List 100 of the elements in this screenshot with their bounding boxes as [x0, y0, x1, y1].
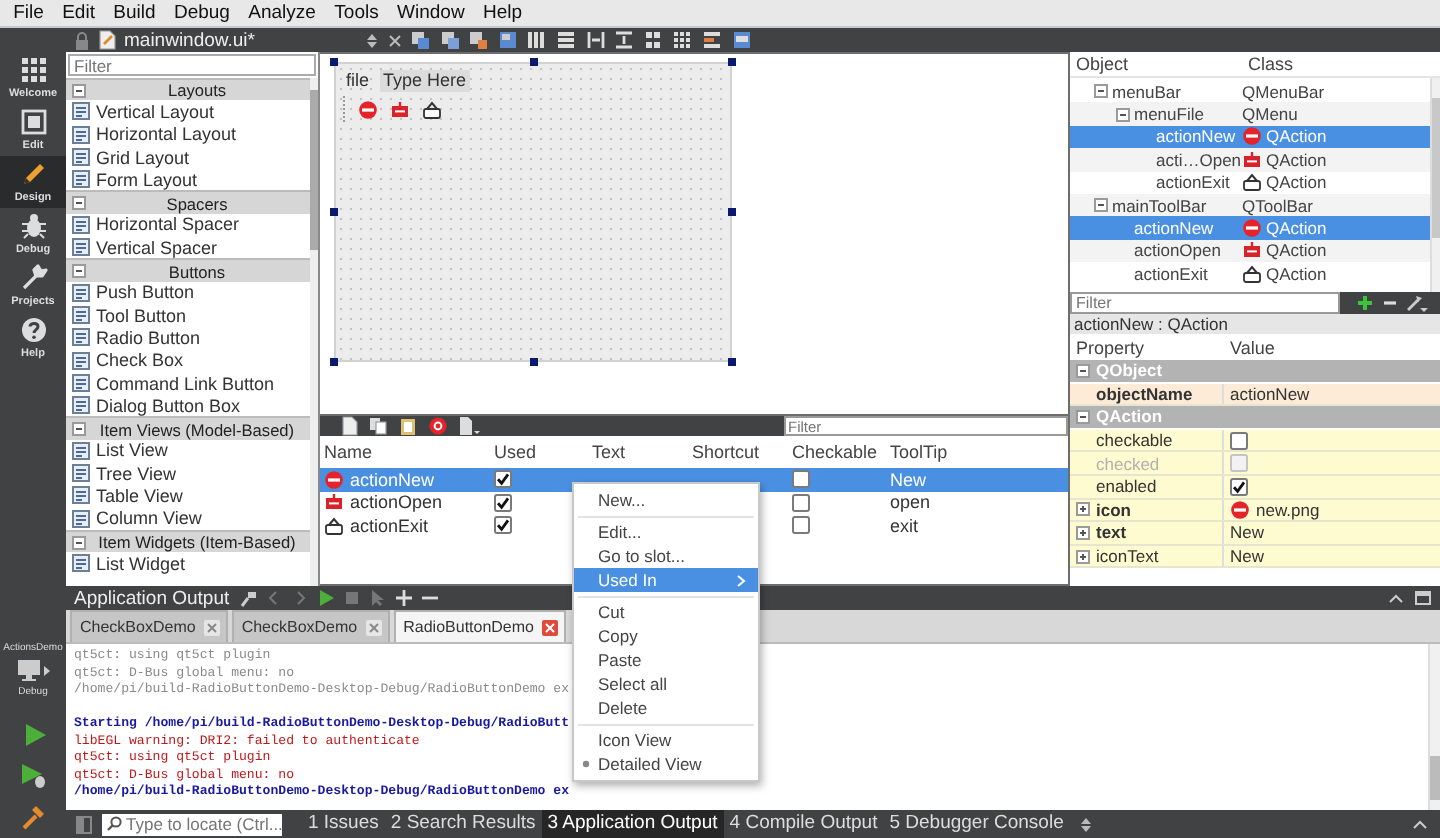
tree-row[interactable]: menuBar QMenuBar — [1070, 80, 1430, 103]
collapse-icon[interactable] — [1076, 363, 1090, 378]
menu-item[interactable]: Analyze — [239, 1, 326, 25]
checkbox[interactable] — [1230, 431, 1248, 450]
widget-item[interactable]: Check Box — [66, 349, 310, 372]
columns-icon[interactable] — [526, 30, 547, 50]
grid-icon[interactable] — [672, 30, 693, 50]
close-icon[interactable] — [388, 33, 402, 47]
close-icon[interactable] — [365, 619, 382, 635]
clipboard-icon[interactable] — [398, 416, 418, 436]
resize-handle[interactable] — [529, 358, 537, 366]
resize-handle[interactable] — [330, 358, 338, 366]
windows-icon[interactable] — [497, 30, 518, 50]
menu-item[interactable]: New... — [574, 488, 758, 512]
widget-item[interactable]: Table View — [66, 484, 310, 508]
widget-item[interactable]: Vertical Layout — [66, 100, 310, 124]
split-columns-icon[interactable] — [585, 30, 606, 50]
copy-icon[interactable] — [368, 416, 388, 436]
play-icon[interactable] — [21, 722, 45, 746]
menu-item[interactable]: Edit... — [574, 520, 758, 544]
expand-icon[interactable] — [1076, 502, 1090, 517]
widget-item[interactable]: Horizontal Layout — [66, 123, 310, 146]
tree-row[interactable]: acti…Open QAction — [1070, 148, 1430, 172]
tree-row[interactable]: mainToolBar QToolBar — [1070, 193, 1430, 217]
menu-item[interactable]: file — [342, 70, 374, 92]
windows-icon[interactable] — [410, 30, 430, 50]
checkbox[interactable] — [494, 516, 512, 535]
collapse-icon[interactable] — [72, 83, 86, 98]
collapse-icon[interactable] — [72, 535, 86, 550]
document-icon[interactable] — [340, 416, 358, 436]
checkbox[interactable] — [494, 470, 512, 489]
target-icon[interactable] — [428, 416, 448, 436]
menu-item[interactable]: File — [4, 1, 53, 25]
resize-handle[interactable] — [728, 208, 736, 216]
filter-field[interactable]: Filter — [1070, 292, 1340, 314]
category-header[interactable]: Layouts — [66, 78, 310, 101]
collapse-icon[interactable] — [1116, 107, 1130, 122]
table-cell[interactable]: actionExit — [350, 515, 429, 536]
expand-icon[interactable] — [1076, 549, 1090, 564]
collapse-icon[interactable] — [1076, 409, 1090, 424]
widget-item[interactable]: List Widget — [66, 552, 310, 576]
tree-row[interactable]: actionExit QAction — [1070, 171, 1430, 194]
tree-row[interactable]: menuFile QMenu — [1070, 102, 1430, 126]
tab[interactable]: RadioButtonDemo — [393, 610, 566, 642]
collapse-icon[interactable] — [1094, 84, 1108, 99]
checkbox[interactable] — [494, 493, 512, 512]
document-menu-icon[interactable] — [458, 416, 482, 436]
list-icon[interactable] — [701, 30, 722, 50]
widget-item[interactable]: Horizontal Spacer — [66, 213, 310, 237]
add-icon[interactable] — [1356, 294, 1374, 312]
tab[interactable]: CheckBoxDemo — [70, 610, 228, 642]
search-field[interactable]: Type to locate (Ctrl... — [102, 813, 282, 835]
widget-item[interactable]: Dialog Button Box — [66, 394, 310, 417]
widget-item[interactable]: Column View — [66, 507, 310, 530]
menu-item[interactable]: Build — [104, 1, 165, 25]
sidebar-icon[interactable] — [76, 815, 92, 833]
menu-slot[interactable]: Type Here — [379, 70, 471, 92]
split-rows-icon[interactable] — [614, 30, 635, 50]
expand-icon[interactable] — [1076, 525, 1090, 540]
padlock-icon[interactable] — [74, 31, 90, 49]
caret-up-icon[interactable] — [1412, 818, 1428, 830]
pane-button[interactable]: 1 Issues — [302, 810, 385, 838]
resize-handle[interactable] — [728, 58, 736, 66]
table-cell[interactable]: actionOpen — [350, 492, 443, 513]
pane-button[interactable]: 5 Debugger Console — [883, 810, 1070, 838]
category-header[interactable]: Spacers — [66, 190, 310, 214]
widget-item[interactable]: Radio Button — [66, 326, 310, 350]
pane-button[interactable]: 4 Compile Output — [723, 810, 884, 838]
updown-arrows-icon[interactable] — [366, 31, 378, 49]
hammer-icon[interactable] — [20, 804, 46, 830]
category-header[interactable]: Item Views (Model-Based) — [66, 416, 310, 440]
widget-item[interactable]: Tool Button — [66, 303, 310, 327]
resize-handle[interactable] — [330, 58, 338, 66]
window-icon[interactable] — [731, 30, 752, 50]
menu-item[interactable]: Go to slot... — [574, 544, 758, 568]
collapse-icon[interactable] — [72, 196, 86, 211]
resize-handle[interactable] — [529, 58, 537, 66]
menu-item[interactable]: Icon View — [574, 728, 758, 752]
checkbox[interactable] — [792, 516, 810, 535]
category-header[interactable]: Item Widgets (Item-Based) — [66, 529, 310, 553]
menu-item[interactable]: Cut — [574, 600, 758, 624]
menu-item[interactable]: Paste — [574, 648, 758, 672]
updown-arrows-icon[interactable] — [1079, 815, 1092, 833]
collapse-icon[interactable] — [72, 264, 86, 279]
collapse-icon[interactable] — [1094, 198, 1108, 213]
widget-item[interactable]: Vertical Spacer — [66, 236, 310, 259]
menu-item[interactable]: Edit — [53, 1, 105, 25]
widget-item[interactable]: List View — [66, 439, 310, 463]
wrench-icon[interactable] — [1406, 294, 1428, 312]
checkbox[interactable] — [792, 493, 810, 512]
windows-icon[interactable] — [468, 30, 489, 50]
widget-item[interactable]: Command Link Button — [66, 371, 310, 395]
add-icon[interactable] — [393, 588, 414, 608]
menu-item[interactable]: Tools — [325, 1, 388, 25]
brush-icon[interactable] — [237, 588, 258, 608]
category-header[interactable]: Buttons — [66, 258, 310, 282]
checkbox[interactable] — [1230, 477, 1248, 496]
widget-item[interactable]: Push Button — [66, 281, 310, 304]
pane-button[interactable]: 2 Search Results — [384, 810, 542, 838]
windows-icon[interactable] — [439, 30, 460, 50]
